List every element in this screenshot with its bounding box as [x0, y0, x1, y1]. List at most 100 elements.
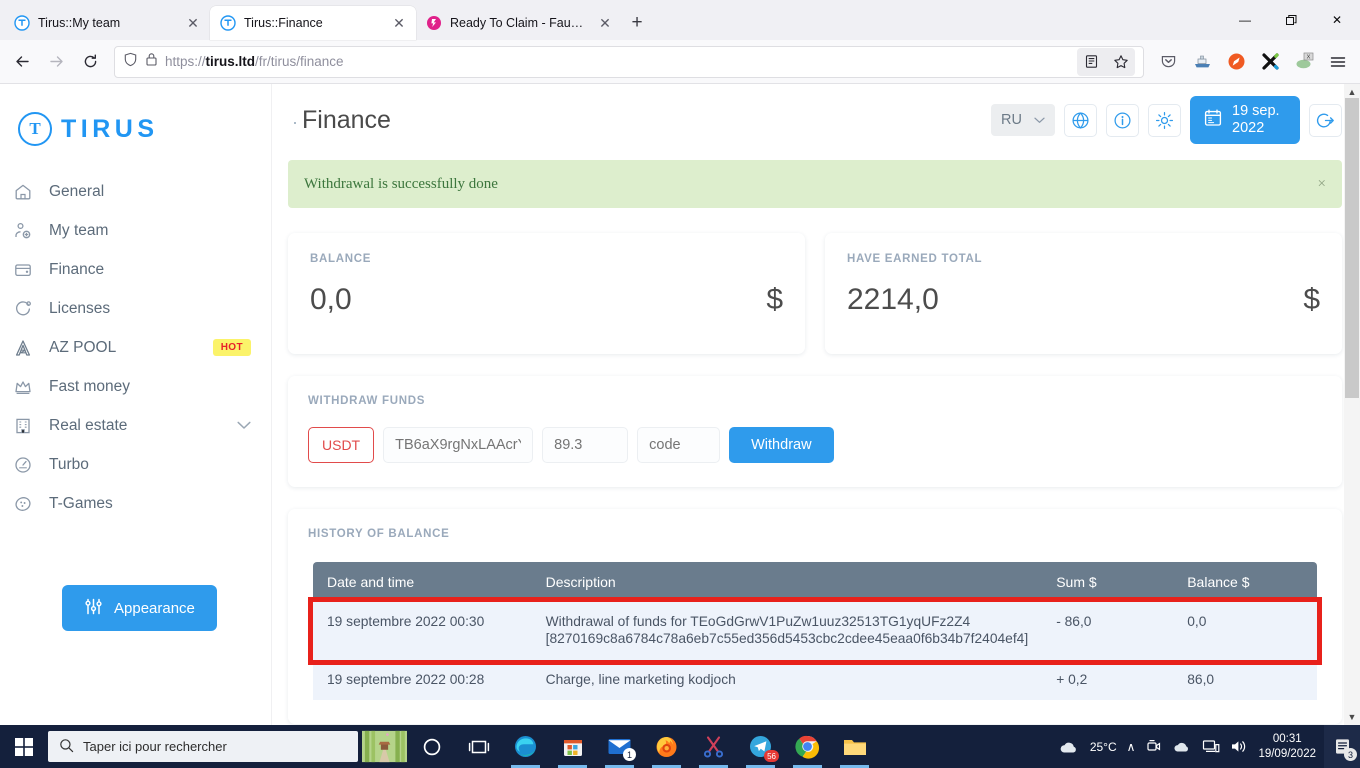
forward-icon[interactable]: [40, 46, 72, 78]
scroll-down-icon[interactable]: ▼: [1348, 709, 1357, 725]
firefox-icon[interactable]: [644, 725, 689, 768]
summary-cards: BALANCE 0,0 $ HAVE EARNED TOTAL 2214,0 $: [288, 233, 1342, 354]
earned-total-value: 2214,0: [847, 283, 939, 316]
amount-input[interactable]: [542, 427, 629, 463]
hamburger-menu-icon[interactable]: [1322, 46, 1354, 78]
sidebar-item-t-games[interactable]: T-Games: [0, 484, 271, 523]
bookmark-star-icon[interactable]: [1107, 48, 1135, 76]
sidebar-item-fast-money[interactable]: Fast money: [0, 367, 271, 406]
page-header: · Finance RU 19 sep. 2022: [286, 84, 1344, 156]
tab-faucet-crypto[interactable]: Ready To Claim - Faucet Crypto ✕: [416, 6, 622, 40]
page-scrollbar[interactable]: ▲ ▼: [1344, 84, 1360, 725]
shield-icon[interactable]: [123, 52, 138, 72]
start-button[interactable]: [0, 725, 48, 768]
gear-icon[interactable]: [1148, 103, 1181, 137]
reload-icon[interactable]: [74, 46, 106, 78]
sidebar-item-general[interactable]: General: [0, 172, 271, 211]
edge-icon[interactable]: [503, 725, 548, 768]
notification-center-button[interactable]: 3: [1324, 725, 1360, 768]
tray-expand-icon[interactable]: ∧: [1127, 740, 1136, 754]
scroll-up-icon[interactable]: ▲: [1348, 84, 1357, 100]
tab-tirus-finance[interactable]: Tirus::Finance ✕: [210, 6, 416, 40]
column-header-balance[interactable]: Balance $: [1173, 562, 1317, 602]
new-tab-button[interactable]: +: [622, 8, 652, 38]
chrome-icon[interactable]: [785, 725, 830, 768]
currency-chip-usdt[interactable]: USDT: [308, 427, 375, 463]
withdraw-button[interactable]: Withdraw: [729, 427, 834, 463]
address-bar[interactable]: https://tirus.ltd/fr/tirus/finance: [114, 45, 1144, 78]
table-row[interactable]: 19 septembre 2022 00:28 Charge, line mar…: [313, 659, 1317, 701]
extension-orange-icon[interactable]: [1220, 46, 1252, 78]
lock-icon[interactable]: [145, 52, 158, 71]
task-view-icon[interactable]: [456, 725, 501, 768]
sidebar-item-label: T-Games: [49, 494, 113, 512]
taskbar-search-input[interactable]: Taper ici pour rechercher: [48, 731, 358, 762]
calendar-icon: [1203, 108, 1223, 133]
close-icon[interactable]: ✕: [596, 14, 614, 32]
close-icon[interactable]: ✕: [390, 14, 408, 32]
url-text: https://tirus.ltd/fr/tirus/finance: [165, 54, 344, 69]
weather-temp[interactable]: 25°C: [1090, 740, 1117, 754]
pocket-icon[interactable]: [1152, 46, 1184, 78]
main-content: · Finance RU 19 sep. 2022 Withdrawal is …: [272, 84, 1360, 725]
title-bullet: ·: [292, 111, 298, 132]
mail-icon[interactable]: 1: [597, 725, 642, 768]
sidebar-item-finance[interactable]: Finance: [0, 250, 271, 289]
page-title: · Finance: [292, 106, 391, 135]
extension-money-icon[interactable]: X: [1288, 46, 1320, 78]
file-explorer-icon[interactable]: [832, 725, 877, 768]
minimize-button[interactable]: —: [1222, 0, 1268, 40]
earned-total-card: HAVE EARNED TOTAL 2214,0 $: [825, 233, 1342, 354]
sidebar-item-az-pool[interactable]: AZ POOL HOT: [0, 328, 271, 367]
extension-x-icon[interactable]: [1254, 46, 1286, 78]
az-pool-icon: [12, 337, 34, 359]
close-icon[interactable]: ×: [1318, 176, 1326, 193]
code-input[interactable]: [637, 427, 721, 463]
reader-view-icon[interactable]: [1077, 48, 1105, 76]
page-scrollbar-thumb[interactable]: [1345, 98, 1359, 398]
table-row[interactable]: 19 septembre 2022 00:30 Withdrawal of fu…: [308, 597, 1322, 665]
sidebar-item-turbo[interactable]: Turbo: [0, 445, 271, 484]
tirus-logo[interactable]: T TIRUS: [0, 102, 271, 146]
telegram-icon[interactable]: 56: [738, 725, 783, 768]
table-body: 19 septembre 2022 00:30 Withdrawal of fu…: [308, 597, 1322, 701]
date-picker-button[interactable]: 19 sep. 2022: [1190, 96, 1300, 144]
appearance-button-label: Appearance: [114, 599, 195, 617]
taskbar-icons: 1 56: [362, 725, 877, 768]
maximize-button[interactable]: [1268, 0, 1314, 40]
sidebar-item-my-team[interactable]: My team: [0, 211, 271, 250]
snip-icon[interactable]: [691, 725, 736, 768]
column-header-description[interactable]: Description: [531, 562, 1043, 602]
tab-tirus-my-team[interactable]: Tirus::My team ✕: [4, 6, 210, 40]
currency-symbol: $: [1303, 283, 1320, 316]
withdraw-form: USDT Withdraw: [308, 427, 1322, 463]
onedrive-icon[interactable]: [1172, 740, 1192, 754]
logout-icon[interactable]: [1309, 103, 1342, 137]
column-header-date[interactable]: Date and time: [313, 562, 532, 602]
volume-icon[interactable]: [1230, 739, 1248, 754]
cell-balance: 0,0: [1173, 602, 1317, 660]
sidebar-item-licenses[interactable]: Licenses: [0, 289, 271, 328]
language-value: RU: [1001, 112, 1022, 128]
appearance-button[interactable]: Appearance: [62, 585, 217, 631]
chevron-down-icon[interactable]: [237, 419, 251, 433]
browser-window: Tirus::My team ✕ Tirus::Finance ✕ Ready …: [0, 0, 1360, 768]
camera-icon[interactable]: [1145, 739, 1162, 754]
close-icon[interactable]: ✕: [184, 14, 202, 32]
globe-icon[interactable]: [1064, 103, 1097, 137]
cortana-icon[interactable]: [409, 725, 454, 768]
taskbar-clock[interactable]: 00:31 19/09/2022: [1258, 732, 1316, 761]
language-select[interactable]: RU: [991, 104, 1055, 136]
network-icon[interactable]: [1202, 739, 1220, 754]
back-icon[interactable]: [6, 46, 38, 78]
info-icon[interactable]: [1106, 103, 1139, 137]
close-window-button[interactable]: ✕: [1314, 0, 1360, 40]
sidebar-item-real-estate[interactable]: Real estate: [0, 406, 271, 445]
extension-ship-icon[interactable]: [1186, 46, 1218, 78]
sidebar-item-label: Real estate: [49, 416, 128, 434]
bamboo-widget-icon[interactable]: [362, 725, 407, 768]
wallet-address-input[interactable]: [383, 427, 534, 463]
weather-icon[interactable]: [1058, 739, 1080, 755]
column-header-sum[interactable]: Sum $: [1042, 562, 1174, 602]
microsoft-store-icon[interactable]: [550, 725, 595, 768]
